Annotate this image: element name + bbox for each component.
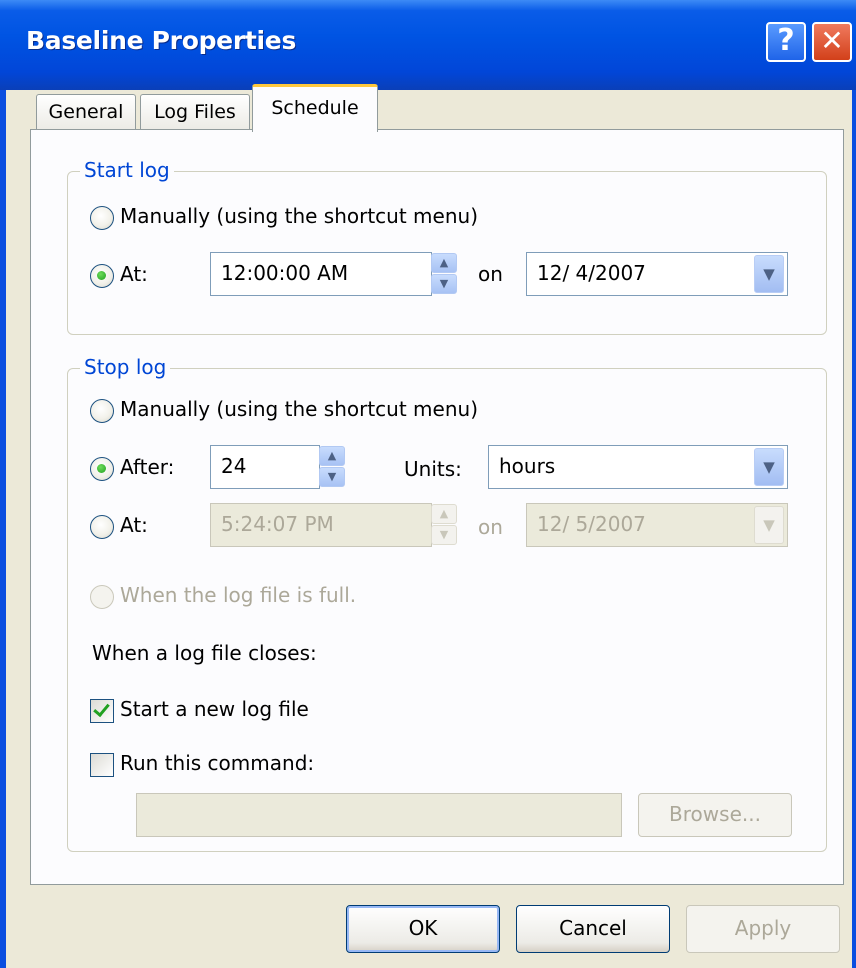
run-command-input — [136, 793, 622, 837]
cancel-button[interactable]: Cancel — [516, 905, 670, 953]
start-time-field[interactable]: 12:00:00 AM — [210, 252, 432, 296]
start-manual-label[interactable]: Manually (using the shortcut menu) — [120, 204, 478, 228]
window-title: Baseline Properties — [26, 26, 297, 55]
start-date-field[interactable]: 12/ 4/2007 — [526, 252, 788, 296]
start-on-label: on — [478, 262, 503, 286]
schedule-tab-page: Start log Manually (using the shortcut m… — [30, 129, 844, 885]
run-command-label[interactable]: Run this command: — [120, 751, 314, 775]
stop-full-radio — [90, 585, 114, 609]
chevron-up-icon: ▲ — [431, 504, 457, 524]
chevron-down-icon[interactable]: ▼ — [431, 274, 457, 294]
stop-log-group: Stop log Manually (using the shortcut me… — [67, 355, 827, 852]
help-button[interactable]: ? — [766, 22, 806, 62]
stop-at-date-field: 12/ 5/2007 — [526, 503, 788, 547]
stop-units-dropdown-icon[interactable]: ▼ — [754, 448, 784, 486]
browse-button: Browse... — [638, 793, 792, 837]
stop-after-field[interactable]: 24 — [210, 445, 320, 489]
close-icon: ✕ — [820, 24, 844, 57]
close-button[interactable]: ✕ — [812, 22, 852, 62]
title-bar[interactable]: Baseline Properties ? ✕ — [0, 0, 856, 90]
tab-schedule[interactable]: Schedule — [252, 84, 378, 132]
start-log-group: Start log Manually (using the shortcut m… — [67, 158, 827, 335]
stop-after-label[interactable]: After: — [120, 455, 174, 479]
start-at-radio[interactable] — [90, 264, 114, 288]
stop-after-spinner[interactable]: ▲ ▼ — [318, 445, 346, 489]
start-date-dropdown-icon[interactable]: ▼ — [754, 255, 784, 293]
stop-units-select[interactable]: hours — [488, 445, 788, 489]
chevron-down-icon[interactable]: ▼ — [319, 467, 345, 487]
start-new-log-label[interactable]: Start a new log file — [120, 697, 309, 721]
chevron-down-icon: ▼ — [431, 525, 457, 545]
start-log-label: Start log — [80, 158, 174, 182]
stop-at-time-spinner: ▲ ▼ — [430, 503, 458, 547]
start-new-log-checkbox[interactable] — [90, 699, 114, 723]
log-closes-label: When a log file closes: — [92, 641, 317, 665]
run-command-checkbox[interactable] — [90, 753, 114, 777]
stop-at-date-dropdown-icon: ▼ — [754, 506, 784, 544]
start-manual-radio[interactable] — [90, 206, 114, 230]
ok-button[interactable]: OK — [346, 905, 500, 953]
start-time-spinner[interactable]: ▲ ▼ — [430, 252, 458, 296]
stop-after-radio[interactable] — [90, 457, 114, 481]
stop-at-on-label: on — [478, 515, 503, 539]
stop-manual-radio[interactable] — [90, 399, 114, 423]
help-icon: ? — [777, 23, 795, 58]
stop-units-label: Units: — [404, 457, 462, 481]
chevron-up-icon[interactable]: ▲ — [319, 446, 345, 466]
stop-at-time-field: 5:24:07 PM — [210, 503, 432, 547]
chevron-up-icon[interactable]: ▲ — [431, 253, 457, 273]
tab-log-files[interactable]: Log Files — [140, 94, 250, 130]
tab-general[interactable]: General — [36, 94, 136, 130]
properties-dialog: Baseline Properties ? ✕ General Log File… — [0, 0, 856, 968]
stop-at-label[interactable]: At: — [120, 513, 148, 537]
stop-log-label: Stop log — [80, 355, 171, 379]
apply-button: Apply — [686, 905, 840, 953]
stop-at-radio[interactable] — [90, 515, 114, 539]
start-at-label[interactable]: At: — [120, 262, 148, 286]
stop-manual-label[interactable]: Manually (using the shortcut menu) — [120, 397, 478, 421]
stop-full-label: When the log file is full. — [120, 583, 357, 607]
